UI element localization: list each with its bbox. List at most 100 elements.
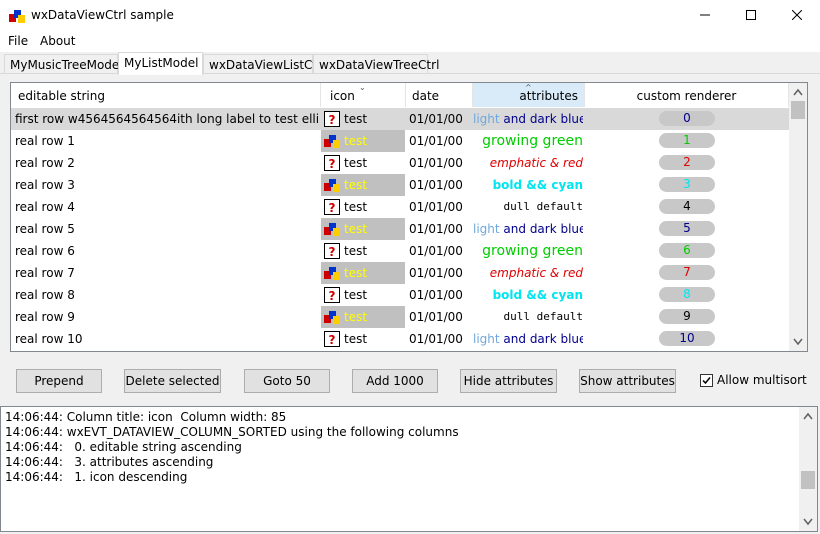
question-icon: ?	[324, 331, 340, 347]
icon-text-cell[interactable]: test	[321, 218, 405, 240]
icon-cell-text: test	[344, 288, 368, 302]
attr-light-part: light	[473, 222, 504, 236]
tab-wxdataviewtreectrl[interactable]: wxDataViewTreeCtrl	[313, 54, 439, 74]
icon-cell-text: test	[344, 200, 368, 214]
custom-renderer-cell[interactable]: 3	[659, 177, 715, 192]
app-icon	[9, 10, 25, 23]
table-row[interactable]: real row 9 test 01/01/00 dull default 9	[11, 306, 789, 328]
svg-text:?: ?	[329, 157, 336, 171]
row-date: 01/01/00	[409, 178, 463, 192]
column-header-icon[interactable]: ⌄ icon	[321, 83, 406, 107]
custom-renderer-cell[interactable]: 6	[659, 243, 715, 258]
row-attributes: dull default	[503, 310, 583, 323]
attr-dark-part: and dark blue	[503, 112, 583, 126]
table-row[interactable]: first row w4564564564564ith long label t…	[11, 108, 789, 130]
row-attributes: growing green	[482, 243, 583, 259]
icon-cell-text: test	[344, 178, 368, 192]
checkmark-icon	[702, 377, 711, 385]
close-button[interactable]	[774, 0, 820, 31]
row-attributes: emphatic & red	[489, 156, 583, 170]
menu-about[interactable]: About	[40, 34, 75, 48]
data-view-list[interactable]: editable string ⌄ icon date ^ attributes…	[10, 82, 808, 352]
minimize-button[interactable]	[682, 0, 728, 31]
icon-text-cell[interactable]: ? test	[321, 152, 405, 174]
title-bar: wxDataViewCtrl sample	[0, 0, 820, 31]
table-row[interactable]: real row 5 test 01/01/00 light and dark blu…	[11, 218, 789, 240]
icon-cell-text: test	[344, 134, 368, 148]
maximize-button[interactable]	[728, 0, 774, 31]
row-attributes: growing green	[482, 133, 583, 149]
custom-renderer-cell[interactable]: 9	[659, 309, 715, 324]
custom-renderer-cell[interactable]: 5	[659, 221, 715, 236]
attr-light-part: light	[473, 112, 504, 126]
icon-cell-text: test	[344, 156, 368, 170]
table-row[interactable]: real row 1 test 01/01/00 growing green 1	[11, 130, 789, 152]
allow-multisort-label[interactable]: Allow multisort	[717, 373, 807, 387]
hide-attributes-button[interactable]: Hide attributes	[460, 369, 557, 393]
table-row[interactable]: real row 7 test 01/01/00 emphatic & red 7	[11, 262, 789, 284]
icon-text-cell[interactable]: ? test	[321, 284, 405, 306]
show-attributes-button[interactable]: Show attributes	[579, 369, 676, 393]
custom-renderer-cell[interactable]: 2	[659, 155, 715, 170]
icon-cell-text: test	[344, 332, 368, 346]
row-label: real row 4	[15, 200, 75, 214]
attr-dark-part: and dark blue	[503, 222, 583, 236]
log-line: 14:06:44: 1. icon descending	[5, 470, 188, 484]
menu-file[interactable]: File	[8, 34, 28, 48]
icon-text-cell[interactable]: ? test	[321, 108, 405, 130]
column-date-label: date	[412, 89, 440, 103]
log-textctrl[interactable]: 14:06:44: Column title: icon Column widt…	[0, 406, 818, 532]
icon-text-cell[interactable]: ? test	[321, 328, 405, 350]
row-date: 01/01/00	[409, 310, 463, 324]
custom-renderer-cell[interactable]: 10	[659, 331, 715, 346]
attr-dark-part: and dark blue	[503, 332, 583, 346]
table-row[interactable]: real row 3 test 01/01/00 bold && cyan 3	[11, 174, 789, 196]
custom-renderer-cell[interactable]: 8	[659, 287, 715, 302]
wx-logo-icon	[324, 177, 340, 193]
icon-cell-text: test	[344, 244, 368, 258]
vertical-scrollbar[interactable]	[789, 83, 807, 351]
table-row[interactable]: real row 8? test 01/01/00 bold && cyan 8	[11, 284, 789, 306]
add-1000-button[interactable]: Add 1000	[352, 369, 438, 393]
close-icon	[791, 9, 803, 23]
icon-text-cell[interactable]: test	[321, 306, 405, 328]
row-label: real row 8	[15, 288, 75, 302]
icon-text-cell[interactable]: test	[321, 262, 405, 284]
row-date: 01/01/00	[409, 332, 463, 346]
row-label: real row 5	[15, 222, 75, 236]
icon-text-cell[interactable]: ? test	[321, 196, 405, 218]
column-header-date[interactable]: date	[406, 83, 473, 107]
log-scrollbar[interactable]	[799, 407, 817, 531]
icon-cell-text: test	[344, 310, 368, 324]
custom-renderer-cell[interactable]: 4	[659, 199, 715, 214]
table-row[interactable]: real row 10? test 01/01/00 light and dark b…	[11, 328, 789, 350]
icon-text-cell[interactable]: test	[321, 130, 405, 152]
wx-logo-icon	[324, 133, 340, 149]
column-header-custom[interactable]: custom renderer	[585, 83, 789, 107]
tab-panel: editable string ⌄ icon date ^ attributes…	[0, 73, 820, 405]
log-line: 14:06:44: 0. editable string ascending	[5, 440, 242, 454]
question-icon: ?	[324, 243, 340, 259]
tab-mymusictreemodel[interactable]: MyMusicTreeModel	[4, 54, 123, 74]
table-row[interactable]: real row 2? test 01/01/00 emphatic & red 2	[11, 152, 789, 174]
icon-text-cell[interactable]: test	[321, 174, 405, 196]
icon-text-cell[interactable]: ? test	[321, 240, 405, 262]
tab-wxdataviewlistctrl[interactable]: wxDataViewListCtrl	[203, 54, 325, 74]
table-row[interactable]: real row 6? test 01/01/00 growing green 6	[11, 240, 789, 262]
log-scrollbar-graphics	[801, 412, 815, 526]
table-row[interactable]: real row 4? test 01/01/00 dull default 4	[11, 196, 789, 218]
row-label: real row 9	[15, 310, 75, 324]
delete-selected-button[interactable]: Delete selected	[124, 369, 221, 393]
row-label: real row 2	[15, 156, 75, 170]
row-date: 01/01/00	[409, 288, 463, 302]
custom-renderer-cell[interactable]: 1	[659, 133, 715, 148]
tab-mylistmodel[interactable]: MyListModel	[118, 52, 203, 75]
custom-renderer-cell[interactable]: 7	[659, 265, 715, 280]
custom-renderer-cell[interactable]: 0	[659, 111, 715, 126]
goto-50-button[interactable]: Goto 50	[244, 369, 330, 393]
allow-multisort-checkbox[interactable]	[700, 374, 713, 387]
prepend-button[interactable]: Prepend	[16, 369, 102, 393]
column-header-attributes[interactable]: ^ attributes	[473, 83, 585, 107]
column-header-editable[interactable]: editable string	[11, 83, 321, 107]
maximize-icon	[746, 9, 756, 23]
